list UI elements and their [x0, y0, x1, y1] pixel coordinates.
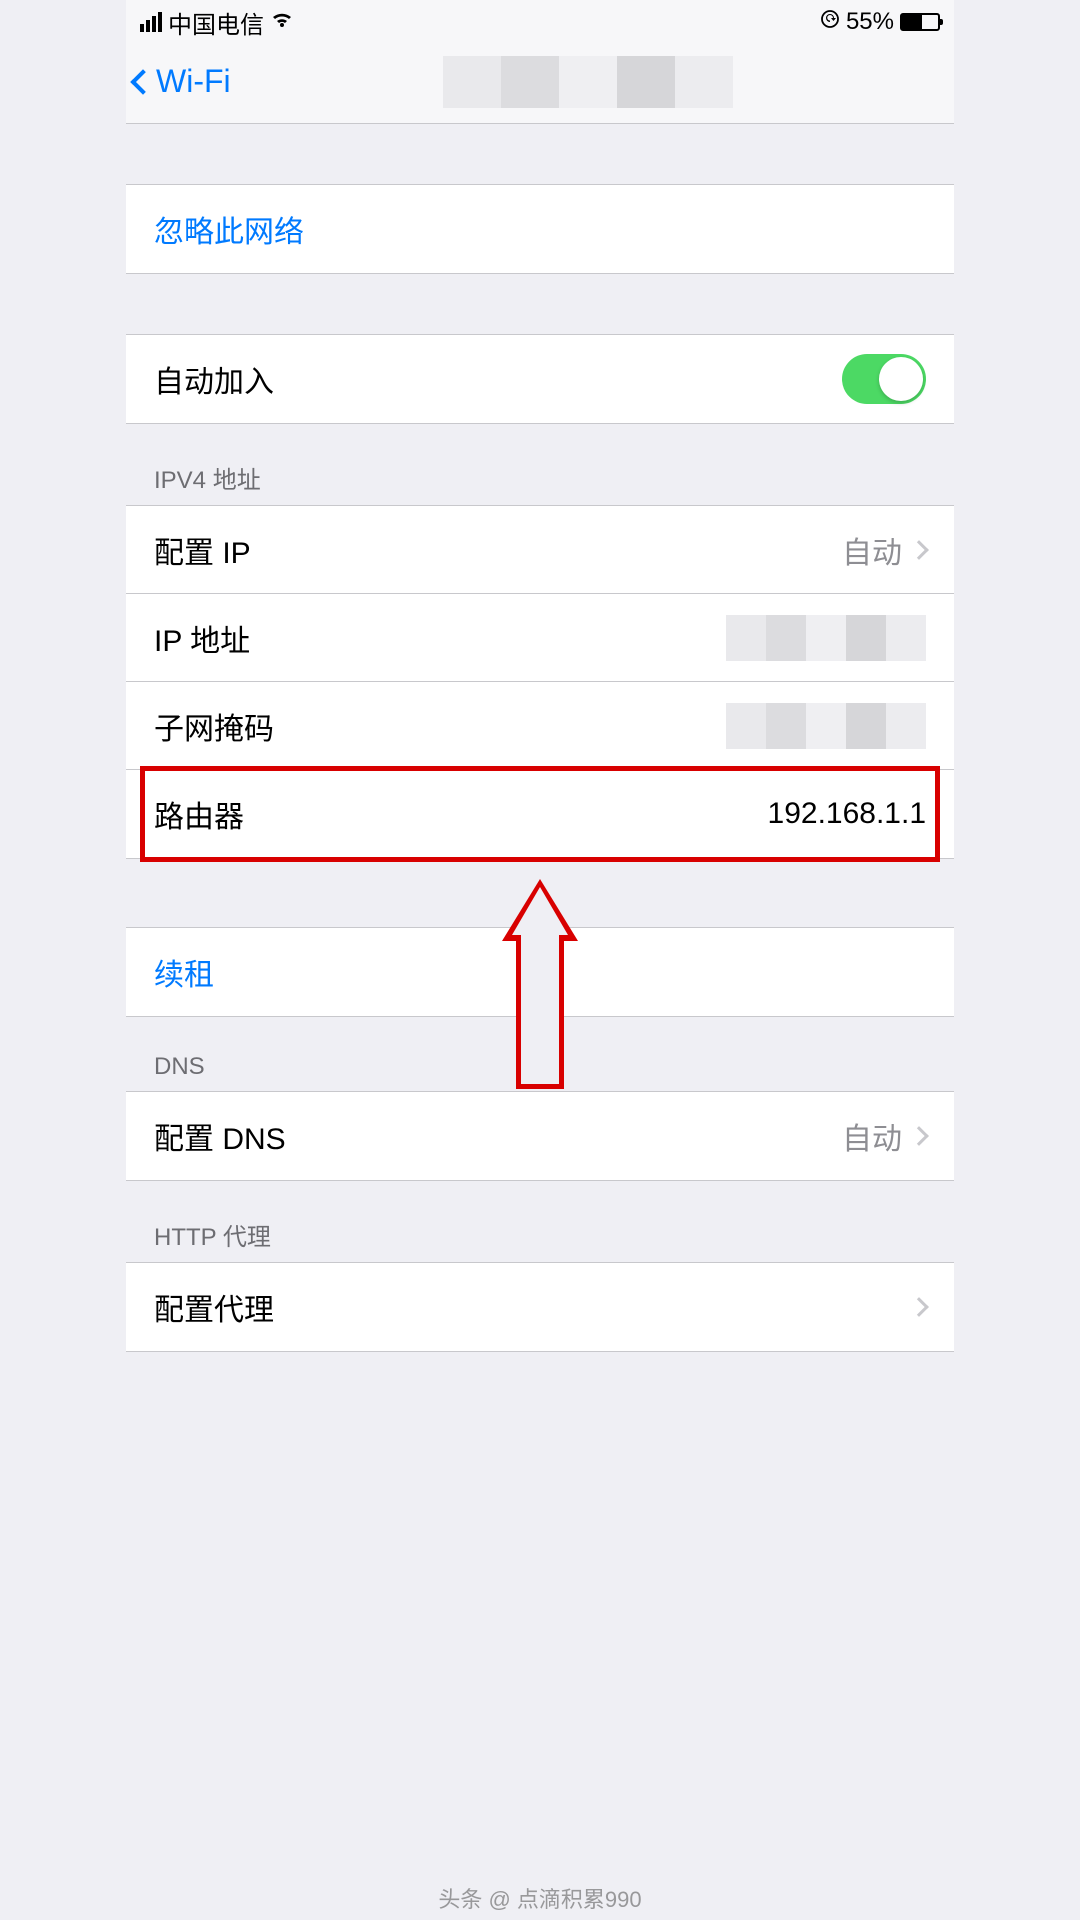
battery-percentage: 55%: [846, 8, 894, 36]
router-label: 路由器: [154, 792, 244, 836]
cellular-signal-icon: [140, 12, 162, 32]
auto-join-toggle[interactable]: [842, 354, 926, 404]
configure-proxy-row[interactable]: 配置代理: [126, 1263, 954, 1351]
forget-network-label: 忽略此网络: [154, 207, 304, 251]
forget-network-row[interactable]: 忽略此网络: [126, 185, 954, 273]
ip-address-value-redacted: [726, 615, 926, 661]
configure-dns-value: 自动: [842, 1114, 902, 1158]
http-proxy-section-header: HTTP 代理: [126, 1181, 954, 1262]
nav-title-redacted: [443, 56, 733, 108]
router-value: 192.168.1.1: [768, 797, 926, 831]
wifi-icon: [270, 9, 294, 35]
configure-ip-row[interactable]: 配置 IP 自动: [126, 506, 954, 594]
subnet-mask-value-redacted: [726, 703, 926, 749]
status-bar: 中国电信 55%: [126, 0, 954, 40]
chevron-left-icon: [130, 69, 155, 94]
chevron-right-icon: [909, 540, 929, 560]
configure-dns-row[interactable]: 配置 DNS 自动: [126, 1092, 954, 1180]
configure-proxy-label: 配置代理: [154, 1285, 274, 1329]
back-button[interactable]: Wi-Fi: [134, 63, 231, 100]
configure-ip-value: 自动: [842, 528, 902, 572]
watermark-text: 头条 @ 点滴积累990: [438, 1882, 641, 1914]
ip-address-row: IP 地址: [126, 594, 954, 682]
subnet-mask-label: 子网掩码: [154, 704, 274, 748]
renew-lease-row[interactable]: 续租: [126, 928, 954, 1016]
ipv4-section-header: IPV4 地址: [126, 424, 954, 505]
router-row: 路由器 192.168.1.1: [126, 770, 954, 858]
renew-lease-label: 续租: [154, 950, 214, 994]
dns-section-header: DNS: [126, 1017, 954, 1091]
chevron-right-icon: [909, 1126, 929, 1146]
ip-address-label: IP 地址: [154, 616, 250, 660]
configure-dns-label: 配置 DNS: [154, 1114, 286, 1158]
auto-join-label: 自动加入: [154, 357, 274, 401]
subnet-mask-row: 子网掩码: [126, 682, 954, 770]
navigation-bar: Wi-Fi: [126, 40, 954, 124]
battery-icon: [900, 13, 940, 31]
rotation-lock-icon: [820, 9, 840, 35]
auto-join-row: 自动加入: [126, 335, 954, 423]
chevron-right-icon: [909, 1297, 929, 1317]
configure-ip-label: 配置 IP: [154, 528, 251, 572]
back-label: Wi-Fi: [156, 63, 231, 100]
carrier-label: 中国电信: [168, 5, 264, 40]
